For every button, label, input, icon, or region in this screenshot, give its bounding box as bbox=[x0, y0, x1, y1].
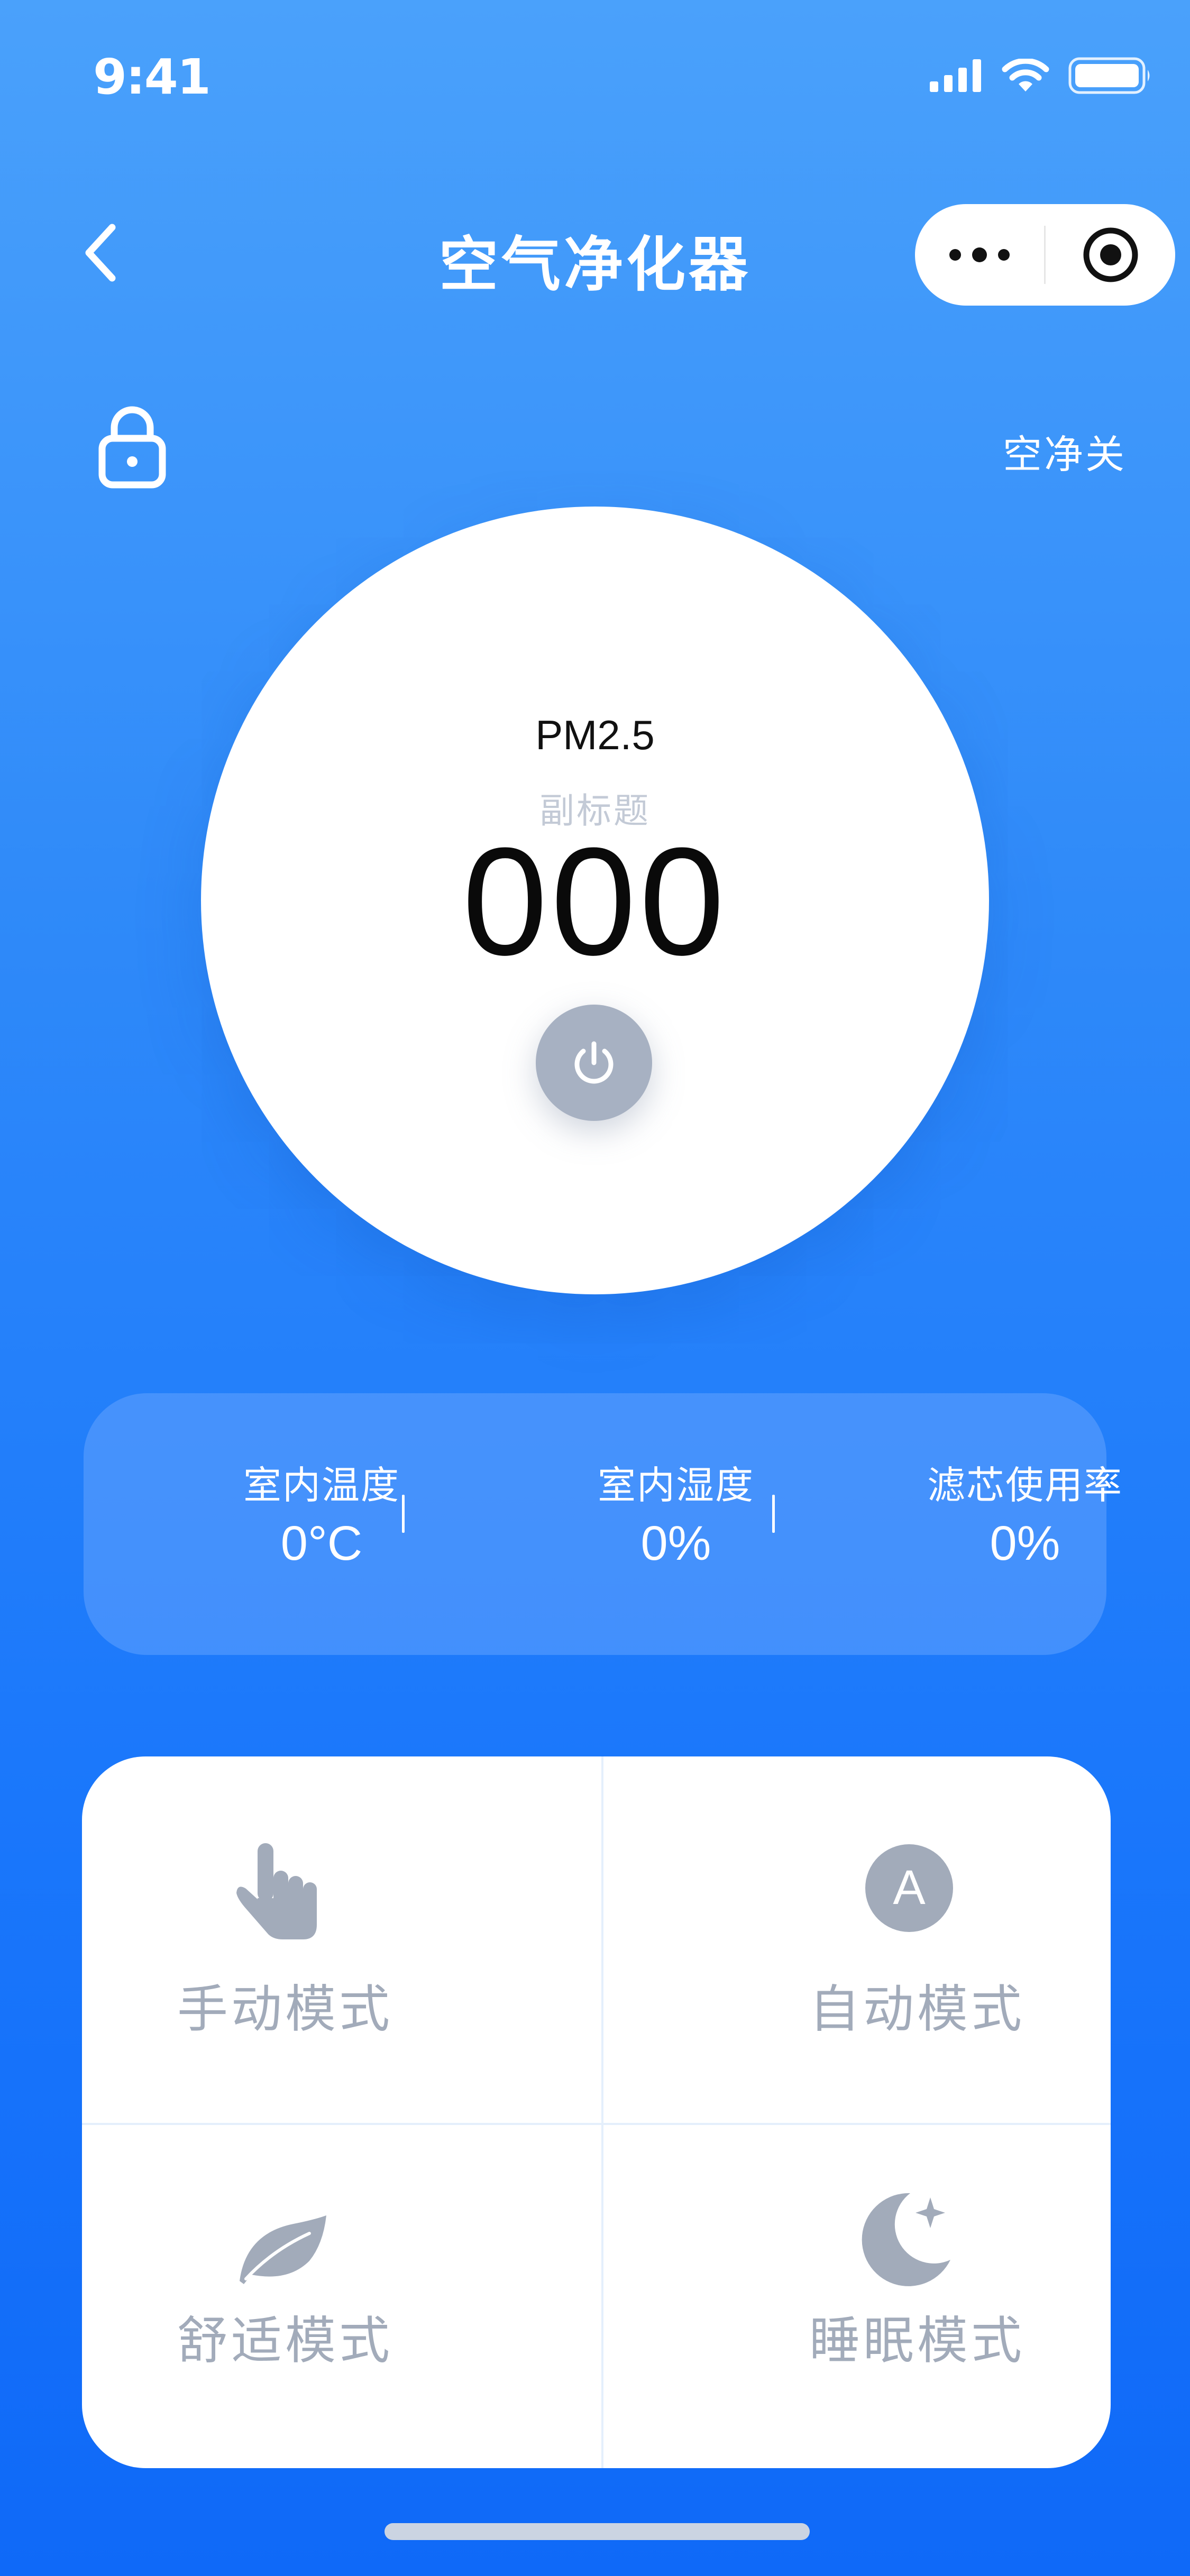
wifi-icon bbox=[1002, 59, 1049, 91]
stat-label: 滤芯使用率 bbox=[927, 1463, 1123, 1507]
mode-name: 睡眠模式 bbox=[809, 2311, 1025, 2370]
app-screen: 9:41 空气净化器 空净关 PM2.5 副标题 000 室内温度 0°C 室内… bbox=[0, 0, 1190, 2576]
stat-divider bbox=[772, 1495, 775, 1533]
mode-grid: 手动模式 A 自动模式 舒适模式 睡眠模式 bbox=[82, 1756, 1111, 2468]
signal-icon bbox=[930, 59, 981, 92]
auto-a-icon: A bbox=[865, 1844, 953, 1932]
battery-icon bbox=[1068, 57, 1150, 94]
status-icons bbox=[930, 57, 1152, 94]
moon-star-icon bbox=[862, 2193, 950, 2286]
more-dots-icon bbox=[949, 247, 1010, 262]
mode-name: 舒适模式 bbox=[177, 2311, 393, 2370]
stat-label: 室内湿度 bbox=[597, 1463, 754, 1507]
home-indicator bbox=[385, 2523, 810, 2540]
stat-divider bbox=[402, 1495, 405, 1533]
svg-text:A: A bbox=[893, 1861, 926, 1915]
mode-name: 手动模式 bbox=[177, 1980, 393, 2039]
child-lock-button[interactable] bbox=[98, 404, 166, 491]
mode-comfort[interactable]: 舒适模式 bbox=[82, 2125, 596, 2468]
mode-name: 自动模式 bbox=[809, 1980, 1025, 2039]
purifier-status-text: 空净关 bbox=[1003, 432, 1127, 477]
pm25-label: PM2.5 bbox=[535, 712, 655, 758]
stat-value: 0% bbox=[990, 1516, 1060, 1570]
leaf-icon bbox=[240, 2215, 326, 2284]
status-time: 9:41 bbox=[93, 49, 211, 105]
close-miniprogram-button[interactable] bbox=[1046, 204, 1175, 306]
power-icon bbox=[574, 1041, 614, 1084]
lock-icon bbox=[98, 406, 166, 489]
more-button[interactable] bbox=[915, 204, 1044, 306]
target-circle-icon bbox=[1083, 227, 1138, 282]
stat-value: 0°C bbox=[280, 1516, 363, 1570]
pm25-value: 000 bbox=[462, 816, 728, 987]
mini-program-capsule bbox=[915, 204, 1175, 306]
environment-stats-card: 室内温度 0°C 室内湿度 0% 滤芯使用率 0% bbox=[84, 1393, 1122, 1655]
mode-auto[interactable]: A 自动模式 bbox=[603, 1756, 1111, 2112]
stat-label: 室内温度 bbox=[243, 1463, 400, 1507]
mode-sleep[interactable]: 睡眠模式 bbox=[603, 2125, 1111, 2468]
stat-value: 0% bbox=[640, 1516, 711, 1570]
power-button[interactable] bbox=[536, 1005, 652, 1121]
mode-manual[interactable]: 手动模式 bbox=[82, 1756, 596, 2112]
hand-pointer-icon bbox=[236, 1843, 317, 1939]
